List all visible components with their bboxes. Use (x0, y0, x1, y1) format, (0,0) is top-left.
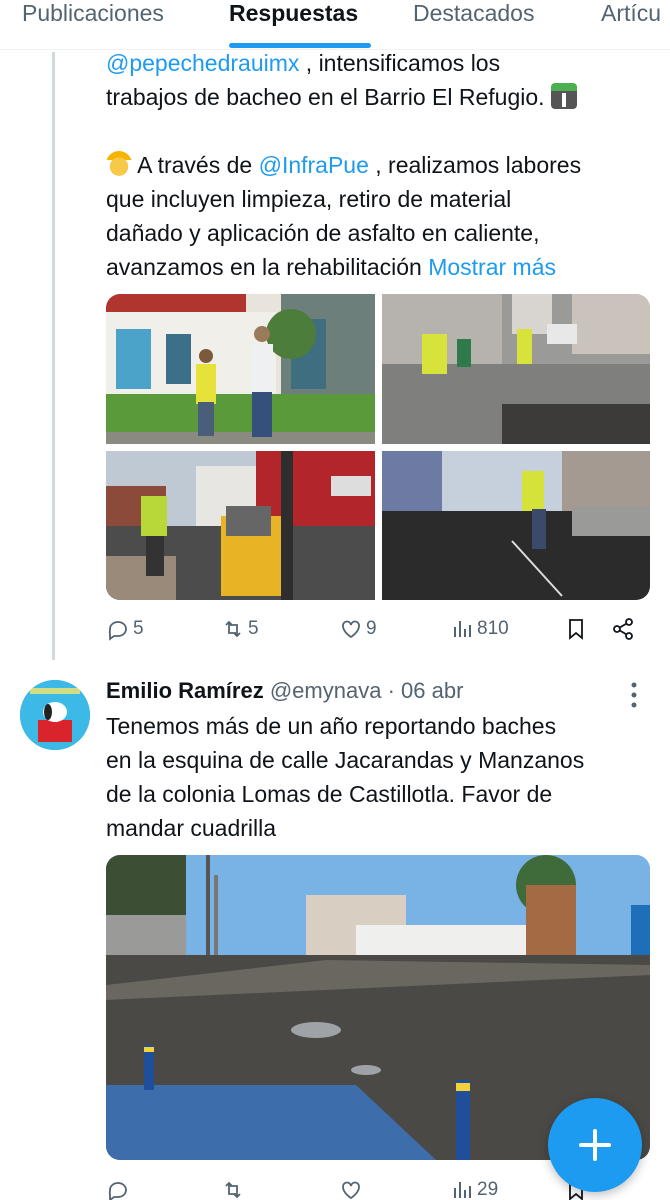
views-count: 29 (477, 1179, 499, 1200)
post-text-line: Tenemos más de un año reportando baches (106, 713, 557, 739)
post-photo[interactable] (106, 294, 375, 444)
reply-button[interactable]: 5 (106, 617, 144, 641)
show-more-link[interactable]: Mostrar más (428, 254, 556, 280)
post-text-line: A través de (132, 152, 259, 178)
post-text-line: que incluyen limpieza, retiro de materia… (106, 186, 512, 212)
repost-button[interactable]: 5 (221, 617, 259, 641)
author-handle[interactable]: @emynava (270, 678, 382, 703)
tab-articulos[interactable]: Artícu (601, 0, 661, 49)
avatar-image (20, 680, 90, 750)
profile-tabs: Publicaciones Respuestas Destacados Artí… (0, 0, 670, 50)
post-text-line: , realizamos labores (368, 152, 582, 178)
like-button[interactable] (339, 1178, 366, 1200)
tweet-header: Emilio Ramírez @emynava · 06 abr (106, 676, 463, 706)
share-button[interactable] (611, 617, 638, 641)
mention-link[interactable]: @pepechedrauimx (106, 50, 299, 76)
repost-icon (225, 1181, 241, 1199)
post-text-line: dañado y aplicación de asfalto en calien… (106, 220, 540, 246)
bookmark-icon (569, 619, 583, 640)
construction-worker-emoji-icon (106, 151, 132, 177)
reply-button[interactable] (106, 1178, 133, 1200)
mention-link[interactable]: @InfraPue (259, 152, 369, 178)
post-photo[interactable] (382, 451, 650, 600)
post-photo[interactable] (382, 294, 650, 444)
views-button[interactable]: 810 (450, 617, 509, 641)
post-text-line: mandar cuadrilla (106, 815, 277, 841)
reply-icon (108, 621, 127, 641)
reply-icon (108, 1182, 127, 1200)
post-text-line: trabajos de bacheo en el Barrio El Refug… (106, 84, 551, 110)
views-icon (454, 621, 471, 637)
avatar[interactable] (20, 680, 90, 750)
like-count: 9 (366, 618, 377, 639)
active-tab-indicator (229, 43, 371, 48)
thread-line (52, 52, 55, 660)
post-photo[interactable] (106, 451, 375, 600)
like-button[interactable]: 9 (339, 617, 377, 641)
post-text-line: , intensificamos los (299, 50, 501, 76)
views-button[interactable]: 29 (450, 1178, 498, 1200)
heart-icon (342, 620, 360, 639)
compose-button[interactable] (548, 1098, 642, 1192)
post-text-line: avanzamos en la rehabilitación (106, 254, 429, 280)
post-actions: 5 5 9 810 (106, 617, 651, 647)
views-count: 810 (477, 618, 509, 639)
repost-count: 5 (248, 618, 259, 639)
post-text: Tenemos más de un año reportando baches … (106, 709, 651, 845)
author-name[interactable]: Emilio Ramírez (106, 678, 264, 703)
heart-icon (342, 1181, 360, 1200)
bookmark-button[interactable] (564, 617, 591, 641)
post-date[interactable]: 06 abr (401, 678, 463, 703)
post-text-line: en la esquina de calle Jacarandas y Manz… (106, 747, 585, 773)
road-emoji-icon (550, 83, 577, 109)
reply-count: 5 (133, 618, 144, 639)
post-text: @pepechedrauimx , intensificamos los tra… (106, 46, 651, 284)
tab-publicaciones[interactable]: Publicaciones (22, 0, 164, 49)
share-icon (613, 618, 633, 640)
separator-dot: · (381, 678, 402, 703)
repost-button[interactable] (221, 1178, 248, 1200)
post-text-line: de la colonia Lomas de Castillotla. Favo… (106, 781, 553, 807)
plus-icon (579, 1129, 611, 1161)
repost-icon (225, 620, 241, 638)
views-icon (454, 1182, 471, 1198)
tab-destacados[interactable]: Destacados (413, 0, 534, 49)
more-options-icon[interactable] (628, 680, 640, 710)
